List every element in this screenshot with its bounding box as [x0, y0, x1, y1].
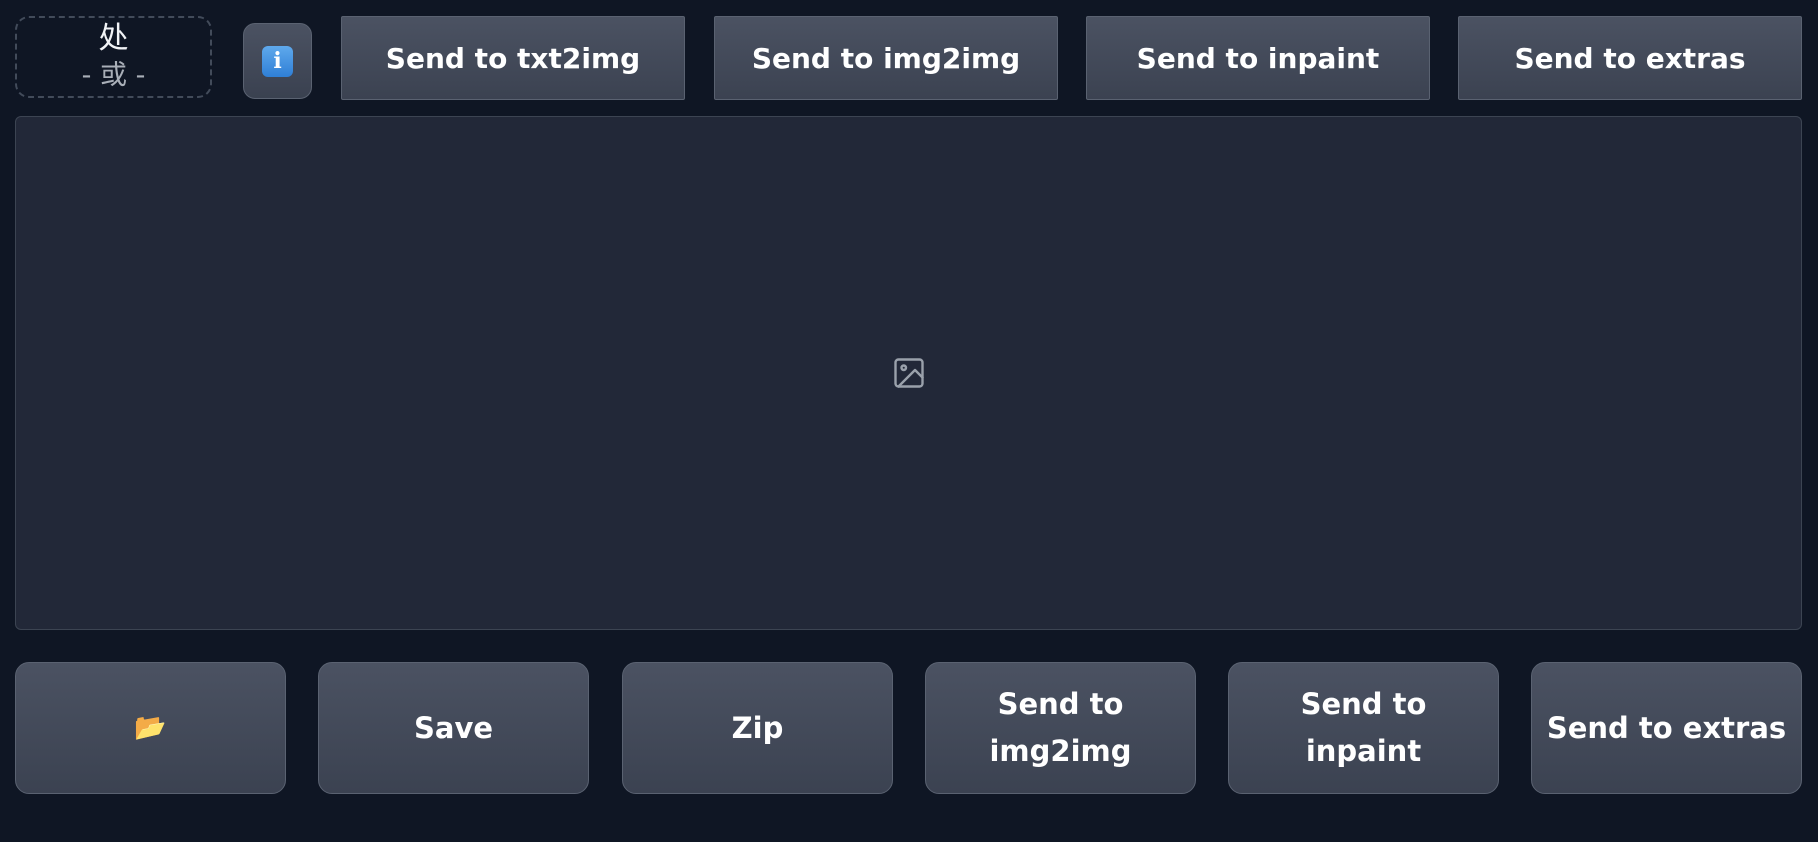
zip-button[interactable]: Zip [622, 662, 893, 794]
info-button[interactable]: i [243, 23, 312, 99]
send-to-inpaint-bottom-button[interactable]: Send to inpaint [1228, 662, 1499, 794]
send-to-txt2img-button[interactable]: Send to txt2img [341, 16, 685, 100]
app-root: 处 - 或 - i Send to txt2img Send to img2im… [0, 0, 1818, 842]
open-folder-button[interactable]: 📂 [15, 662, 286, 794]
folder-icon: 📂 [134, 712, 167, 743]
send-to-img2img-bottom-button[interactable]: Send to img2img [925, 662, 1196, 794]
send-to-extras-button[interactable]: Send to extras [1458, 16, 1802, 100]
send-to-img2img-button[interactable]: Send to img2img [714, 16, 1058, 100]
drop-zone-label: 处 [98, 21, 129, 56]
image-gallery[interactable] [15, 116, 1802, 630]
drop-zone-or-separator: - 或 - [81, 60, 146, 91]
save-button[interactable]: Save [318, 662, 589, 794]
file-drop-zone[interactable]: 处 - 或 - [15, 16, 212, 98]
info-icon: i [262, 45, 293, 77]
image-placeholder-icon [893, 358, 924, 388]
send-to-inpaint-button[interactable]: Send to inpaint [1086, 16, 1430, 100]
send-to-extras-bottom-button[interactable]: Send to extras [1531, 662, 1802, 794]
